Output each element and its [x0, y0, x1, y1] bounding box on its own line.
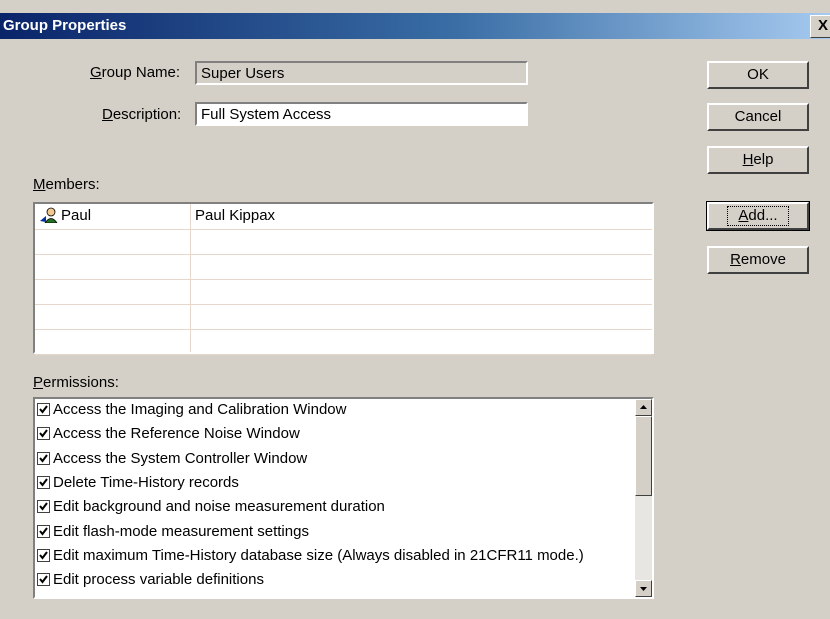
- permission-checkbox[interactable]: [37, 573, 50, 587]
- title-bar[interactable]: Group Properties X: [0, 13, 830, 39]
- permission-checkbox[interactable]: [37, 524, 50, 538]
- permission-item[interactable]: Access the Reference Noise Window: [37, 425, 300, 448]
- permission-item[interactable]: Access the Imaging and Calibration Windo…: [37, 401, 346, 424]
- help-button[interactable]: Help: [707, 146, 809, 174]
- member-full-name: Paul Kippax: [195, 207, 276, 224]
- group-name-field[interactable]: Super Users: [195, 61, 528, 85]
- permission-item[interactable]: Delete Time-History records: [37, 474, 239, 497]
- permission-label: Edit maximum Time-History database size …: [53, 546, 584, 564]
- permission-checkbox[interactable]: [37, 451, 50, 465]
- help-button-label: elp: [753, 151, 774, 168]
- close-icon: X: [817, 17, 828, 34]
- cancel-button[interactable]: Cancel: [707, 103, 809, 131]
- permission-item[interactable]: Edit process variable definitions: [37, 571, 264, 594]
- check-icon: [39, 575, 48, 584]
- check-icon: [39, 478, 48, 487]
- member-row[interactable]: [35, 279, 652, 305]
- scroll-up-button[interactable]: [635, 399, 652, 416]
- description-label-text: escription:: [112, 106, 182, 123]
- scroll-thumb[interactable]: [635, 416, 652, 496]
- remove-button[interactable]: Remove: [707, 246, 809, 274]
- add-button-label: Add...: [727, 206, 789, 226]
- check-icon: [39, 453, 48, 463]
- description-label: Description:: [102, 106, 182, 123]
- user-icon: [39, 207, 59, 224]
- group-name-label-text: roup Name:: [101, 64, 181, 81]
- members-label-text: embers:: [45, 176, 100, 193]
- check-icon: [39, 429, 48, 438]
- permissions-label-text: ermissions:: [43, 374, 119, 391]
- member-row[interactable]: [35, 329, 652, 355]
- check-icon: [39, 551, 48, 560]
- add-button-label-rest: dd...: [748, 207, 778, 224]
- member-row[interactable]: [35, 304, 652, 330]
- arrow-up-icon: [640, 405, 647, 409]
- permissions-list[interactable]: Edit process variable definitions Edit ma…: [33, 397, 654, 599]
- permission-label: Access the Imaging and Calibration Windo…: [53, 401, 347, 418]
- permission-label: Edit flash-mode measurement settings: [53, 522, 309, 540]
- permission-checkbox[interactable]: [37, 548, 50, 562]
- check-icon: [39, 526, 48, 536]
- permissions-label: Permissions:: [33, 374, 119, 391]
- member-row[interactable]: [35, 254, 652, 280]
- permission-label: Access the System Controller Window: [53, 449, 308, 467]
- arrow-down-icon: [640, 587, 647, 591]
- permission-checkbox[interactable]: [37, 403, 50, 416]
- remove-button-label: emove: [740, 251, 786, 268]
- member-user: Paul: [61, 207, 92, 224]
- permission-item[interactable]: Access the System Controller Window: [37, 450, 307, 473]
- permission-item[interactable]: Edit background and noise measurement du…: [37, 498, 385, 521]
- members-label: Members:: [33, 176, 100, 193]
- permission-checkbox[interactable]: [37, 475, 50, 489]
- permission-label: Edit background and noise measurement du…: [53, 498, 385, 516]
- member-row[interactable]: Paul Paul Kippax: [35, 204, 652, 230]
- permission-label: Access the Reference Noise Window: [53, 425, 300, 443]
- permission-label: Edit process variable definitions: [53, 571, 264, 589]
- scroll-down-button[interactable]: [635, 580, 652, 597]
- description-field[interactable]: Full System Access: [195, 102, 528, 126]
- permission-label: Delete Time-History records: [53, 473, 239, 491]
- close-button[interactable]: X: [810, 15, 830, 38]
- member-row[interactable]: [35, 229, 652, 255]
- check-icon: [39, 502, 48, 511]
- permission-item[interactable]: Edit maximum Time-History database size …: [37, 547, 584, 570]
- member-user-cell: Paul: [39, 207, 91, 224]
- permission-item[interactable]: Edit flash-mode measurement settings: [37, 523, 309, 546]
- permission-checkbox[interactable]: [37, 427, 50, 441]
- check-icon: [39, 405, 48, 414]
- members-list[interactable]: Paul Paul Kippax: [33, 202, 654, 355]
- ok-button[interactable]: OK: [707, 61, 809, 89]
- add-button[interactable]: Add...: [706, 201, 810, 231]
- window-title: Group Properties: [3, 17, 127, 34]
- group-name-label: Group Name:: [90, 64, 181, 81]
- permission-checkbox[interactable]: [37, 500, 50, 514]
- permissions-scrollbar[interactable]: [635, 399, 652, 597]
